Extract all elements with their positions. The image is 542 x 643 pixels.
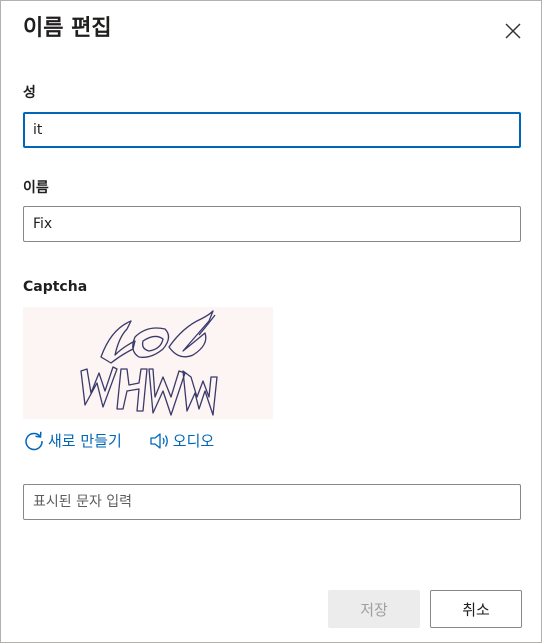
last-name-input[interactable] (23, 112, 521, 148)
audio-captcha-button[interactable]: 오디오 (148, 429, 214, 453)
refresh-icon (25, 431, 43, 451)
captcha-label: Captcha (23, 279, 88, 295)
refresh-captcha-label: 새로 만들기 (48, 432, 122, 450)
speaker-icon (150, 433, 168, 449)
refresh-captcha-button[interactable]: 새로 만들기 (23, 429, 122, 453)
first-name-label: 이름 (23, 180, 49, 196)
save-button[interactable]: 저장 (328, 590, 420, 628)
cancel-button[interactable]: 취소 (430, 590, 522, 628)
edit-name-dialog: 이름 편집 성 이름 Captcha (0, 0, 542, 643)
captcha-actions: 새로 만들기 오디오 (23, 429, 214, 453)
captcha-image (23, 307, 273, 419)
close-icon (505, 23, 521, 39)
captcha-input[interactable] (23, 484, 521, 520)
captcha-glyphs (80, 310, 218, 416)
dialog-title: 이름 편집 (23, 16, 112, 41)
audio-captcha-label: 오디오 (172, 432, 215, 450)
close-button[interactable] (501, 19, 525, 43)
first-name-input[interactable] (23, 206, 521, 242)
last-name-label: 성 (23, 85, 36, 101)
